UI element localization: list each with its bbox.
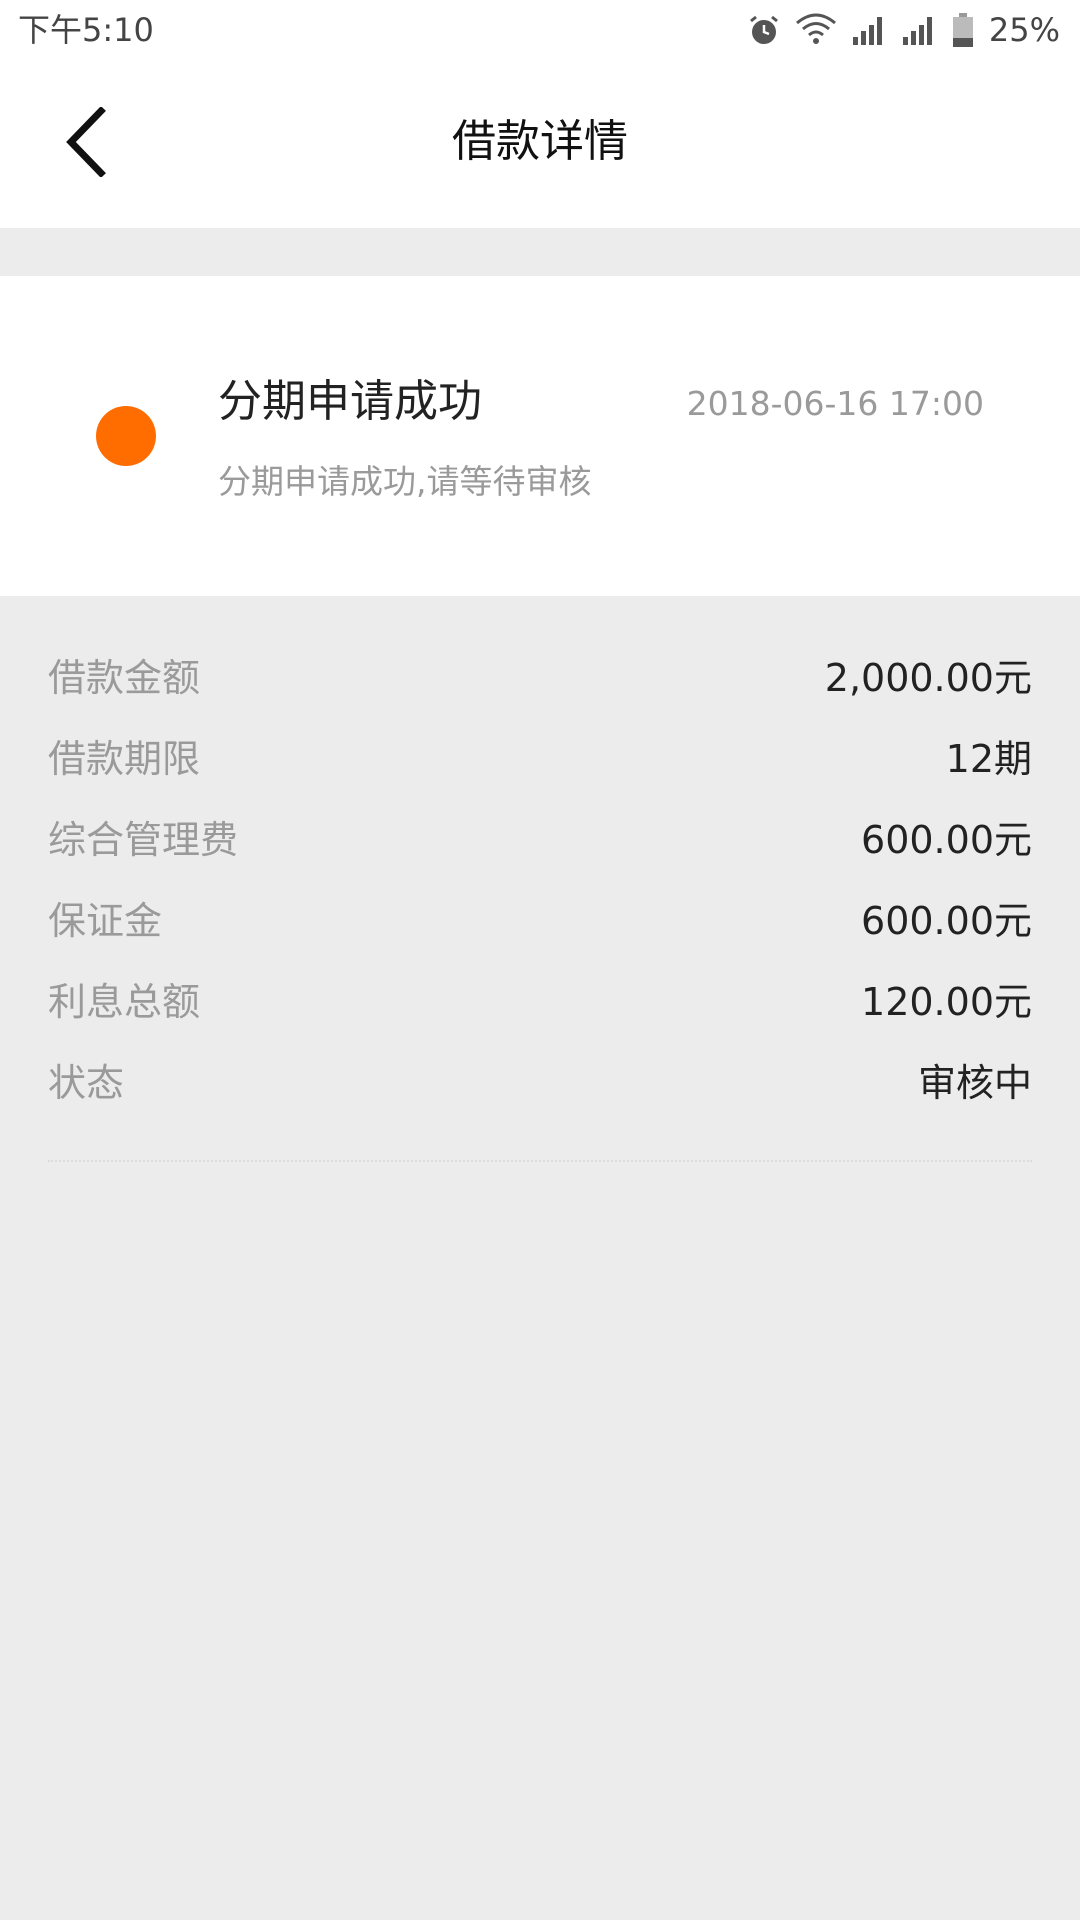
signal-icon xyxy=(901,13,937,47)
header: 借款详情 xyxy=(0,60,1080,228)
page-title: 借款详情 xyxy=(452,116,628,167)
battery-percent: 25% xyxy=(988,11,1060,49)
detail-row-term: 借款期限 12期 xyxy=(48,715,1032,796)
status-description: 分期申请成功,请等待审核 xyxy=(218,462,592,501)
status-icons: 25% xyxy=(747,10,1060,50)
detail-row-management-fee: 综合管理费 600.00元 xyxy=(48,796,1032,877)
loan-details: 借款金额 2,000.00元 借款期限 12期 综合管理费 600.00元 保证… xyxy=(48,634,1032,1120)
alarm-icon xyxy=(747,13,781,47)
wifi-icon xyxy=(795,13,837,47)
detail-row-interest: 利息总额 120.00元 xyxy=(48,958,1032,1039)
detail-label: 综合管理费 xyxy=(48,818,239,862)
detail-value: 审核中 xyxy=(917,1061,1032,1105)
detail-value: 2,000.00元 xyxy=(824,656,1032,700)
status-dot xyxy=(96,406,156,466)
screen: 下午5:10 25% 借款详情 分期申请成功 2018-06-16 17:00 … xyxy=(0,0,1080,1920)
divider xyxy=(48,1160,1032,1162)
detail-value: 600.00元 xyxy=(861,818,1032,862)
status-timestamp: 2018-06-16 17:00 xyxy=(686,384,984,423)
detail-value: 600.00元 xyxy=(861,899,1032,943)
detail-label: 状态 xyxy=(48,1061,125,1105)
status-card: 分期申请成功 2018-06-16 17:00 分期申请成功,请等待审核 xyxy=(0,276,1080,596)
status-time: 下午5:10 xyxy=(18,11,154,49)
detail-label: 保证金 xyxy=(48,899,163,943)
detail-label: 利息总额 xyxy=(48,980,201,1024)
battery-icon xyxy=(951,12,975,48)
status-bar: 下午5:10 25% xyxy=(0,0,1080,60)
detail-label: 借款期限 xyxy=(48,737,201,781)
status-title: 分期申请成功 xyxy=(218,376,482,427)
detail-row-amount: 借款金额 2,000.00元 xyxy=(48,634,1032,715)
detail-row-deposit: 保证金 600.00元 xyxy=(48,877,1032,958)
detail-row-status: 状态 审核中 xyxy=(48,1039,1032,1120)
signal-icon xyxy=(851,13,887,47)
detail-label: 借款金额 xyxy=(48,656,201,700)
detail-value: 12期 xyxy=(945,737,1032,781)
detail-value: 120.00元 xyxy=(861,980,1032,1024)
